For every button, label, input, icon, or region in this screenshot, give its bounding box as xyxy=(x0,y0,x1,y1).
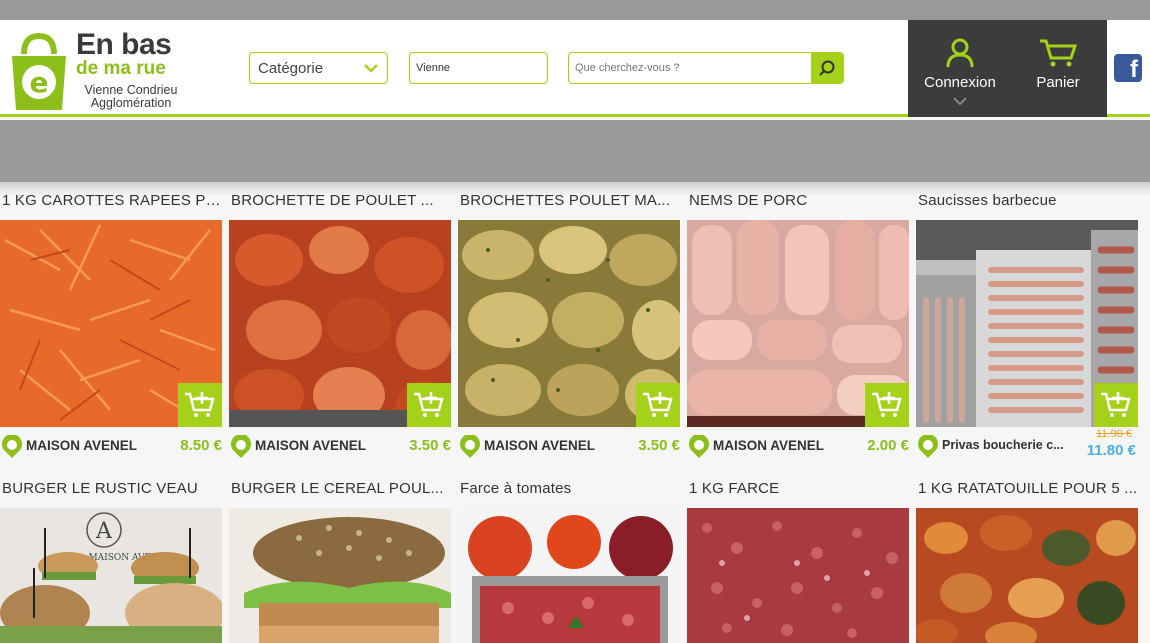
search-box xyxy=(568,52,844,84)
add-to-cart-icon xyxy=(872,392,902,417)
product-meta: MAISON AVENEL 8.50 € xyxy=(0,434,222,460)
search-input[interactable] xyxy=(569,53,811,83)
burgers-image: A MAISON AVENEL xyxy=(0,508,222,643)
vendor-pin-icon xyxy=(460,435,480,458)
add-to-cart-icon xyxy=(185,392,215,417)
top-strip xyxy=(0,0,1150,20)
logo-subtitle: de ma rue xyxy=(76,58,166,79)
vendor-name[interactable]: Privas boucherie c... xyxy=(942,438,1064,452)
product-title[interactable]: BROCHETTES POULET MA... xyxy=(460,192,680,214)
product-price: 3.50 € xyxy=(638,437,680,454)
product-card[interactable]: NEMS DE PORC MAISON AVENEL 2.00 € xyxy=(687,192,909,462)
add-to-cart-button[interactable] xyxy=(865,383,909,427)
product-title[interactable]: 1 KG RATATOUILLE POUR 5 ... xyxy=(918,480,1138,502)
product-image[interactable] xyxy=(458,220,680,427)
svg-text:A: A xyxy=(95,519,113,544)
cart-icon xyxy=(1040,39,1078,67)
product-price: 8.50 € xyxy=(180,437,222,454)
product-image[interactable] xyxy=(687,508,909,643)
vendor-name[interactable]: MAISON AVENEL xyxy=(713,438,824,453)
product-card[interactable]: BROCHETTES POULET MA... MAISON AVENEL 3.… xyxy=(458,192,680,462)
chevron-down-icon xyxy=(364,64,378,73)
product-image[interactable] xyxy=(0,220,222,427)
product-image[interactable] xyxy=(916,508,1138,643)
product-card[interactable]: Farce à tomates xyxy=(458,480,680,643)
product-price: 2.00 € xyxy=(867,437,909,454)
product-title[interactable]: BURGER LE RUSTIC VEAU xyxy=(2,480,222,502)
city-input[interactable] xyxy=(409,52,548,84)
svg-text:e: e xyxy=(30,66,49,99)
add-to-cart-icon xyxy=(1101,392,1131,417)
ratatouille-image xyxy=(916,508,1138,643)
cart-button[interactable]: Panier xyxy=(1010,20,1106,117)
add-to-cart-icon xyxy=(414,392,444,417)
product-meta: MAISON AVENEL 3.50 € xyxy=(458,434,680,460)
login-label: Connexion xyxy=(924,74,996,91)
product-title[interactable]: BURGER LE CEREAL POUL... xyxy=(231,480,451,502)
banner-band xyxy=(0,120,1150,182)
vendor-pin-icon xyxy=(231,435,251,458)
site-logo[interactable]: e En bas de ma rue Vienne Condrieu Agglo… xyxy=(4,24,194,114)
vendor-pin-icon xyxy=(2,435,22,458)
logo-title: En bas xyxy=(76,28,172,61)
product-card[interactable]: 1 KG RATATOUILLE POUR 5 ... xyxy=(916,480,1138,643)
add-to-cart-button[interactable] xyxy=(636,383,680,427)
add-to-cart-icon xyxy=(643,392,673,417)
logo-region: Vienne Condrieu Agglomération xyxy=(76,84,186,110)
logo-region-line2: Agglomération xyxy=(90,96,172,110)
product-title[interactable]: 1 KG CAROTTES RAPEES PO... xyxy=(2,192,222,214)
vendor-name[interactable]: MAISON AVENEL xyxy=(484,438,595,453)
account-bar: Connexion Panier xyxy=(908,20,1107,117)
product-title[interactable]: BROCHETTE DE POULET ... xyxy=(231,192,451,214)
product-title[interactable]: NEMS DE PORC xyxy=(689,192,909,214)
minced-meat-image xyxy=(687,508,909,643)
product-title[interactable]: Farce à tomates xyxy=(460,480,680,502)
product-image[interactable]: A MAISON AVENEL xyxy=(0,508,222,643)
chevron-down-icon xyxy=(953,97,967,106)
add-to-cart-button[interactable] xyxy=(1094,383,1138,427)
cereal-burger-image xyxy=(229,508,451,643)
product-card[interactable]: 1 KG FARCE xyxy=(687,480,909,643)
product-old-price: 11.90 € xyxy=(1096,428,1132,440)
product-sale-price: 11.80 € xyxy=(1086,442,1136,459)
vendor-name[interactable]: MAISON AVENEL xyxy=(255,438,366,453)
category-select[interactable]: Catégorie xyxy=(249,52,388,84)
product-image[interactable] xyxy=(687,220,909,427)
product-image[interactable] xyxy=(229,508,451,643)
product-card[interactable]: Saucisses barbecue Privas boucherie c...… xyxy=(916,192,1138,462)
product-title[interactable]: Saucisses barbecue xyxy=(918,192,1138,214)
product-card[interactable]: BURGER LE CEREAL POUL... xyxy=(229,480,451,643)
product-image[interactable] xyxy=(458,508,680,643)
product-card[interactable]: 1 KG CAROTTES RAPEES PO... MAISON AVENEL… xyxy=(0,192,222,462)
product-price: 3.50 € xyxy=(409,437,451,454)
product-meta: Privas boucherie c... 11.90 € 11.80 € xyxy=(916,428,1138,460)
product-image[interactable] xyxy=(916,220,1138,427)
vendor-pin-icon xyxy=(918,435,938,458)
stuffed-tomatoes-image xyxy=(458,508,680,643)
search-icon xyxy=(819,60,835,76)
product-image[interactable] xyxy=(229,220,451,427)
product-meta: MAISON AVENEL 2.00 € xyxy=(687,434,909,460)
category-select-label: Catégorie xyxy=(258,60,324,77)
site-header: e En bas de ma rue Vienne Condrieu Agglo… xyxy=(0,20,1150,117)
product-title[interactable]: 1 KG FARCE xyxy=(689,480,909,502)
add-to-cart-button[interactable] xyxy=(407,383,451,427)
add-to-cart-button[interactable] xyxy=(178,383,222,427)
vendor-pin-icon xyxy=(689,435,709,458)
user-icon xyxy=(946,38,974,68)
login-button[interactable]: Connexion xyxy=(912,20,1008,117)
product-card[interactable]: BROCHETTE DE POULET ... MAISON AVENEL 3.… xyxy=(229,192,451,462)
shopping-bag-logo-icon: e xyxy=(12,32,66,110)
facebook-icon[interactable]: f xyxy=(1114,54,1142,83)
search-button[interactable] xyxy=(811,53,843,83)
product-meta: MAISON AVENEL 3.50 € xyxy=(229,434,451,460)
cart-label: Panier xyxy=(1036,74,1080,91)
product-card[interactable]: BURGER LE RUSTIC VEAU A MAISON AVENEL xyxy=(0,480,222,643)
vendor-name[interactable]: MAISON AVENEL xyxy=(26,438,137,453)
